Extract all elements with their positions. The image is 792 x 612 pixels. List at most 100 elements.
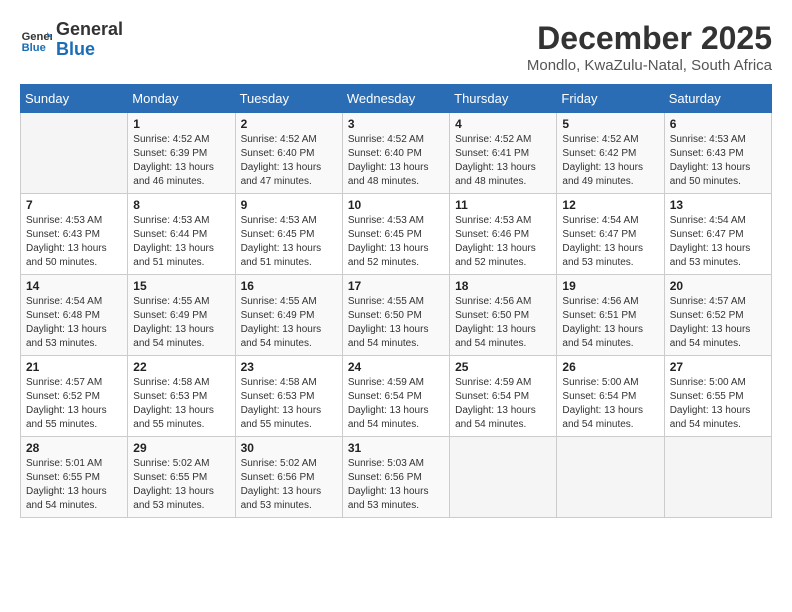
day-info: Sunrise: 4:55 AM Sunset: 6:49 PM Dayligh… — [241, 295, 337, 351]
calendar-table: SundayMondayTuesdayWednesdayThursdayFrid… — [20, 84, 772, 518]
day-number: 5 — [562, 117, 658, 131]
title-area: December 2025 Mondlo, KwaZulu-Natal, Sou… — [527, 20, 772, 74]
day-number: 27 — [670, 360, 766, 374]
day-info: Sunrise: 5:02 AM Sunset: 6:56 PM Dayligh… — [241, 457, 337, 513]
calendar-cell: 12Sunrise: 4:54 AM Sunset: 6:47 PM Dayli… — [557, 194, 664, 275]
day-info: Sunrise: 5:00 AM Sunset: 6:55 PM Dayligh… — [670, 376, 766, 432]
day-info: Sunrise: 5:00 AM Sunset: 6:54 PM Dayligh… — [562, 376, 658, 432]
day-info: Sunrise: 4:55 AM Sunset: 6:50 PM Dayligh… — [348, 295, 444, 351]
calendar-cell: 13Sunrise: 4:54 AM Sunset: 6:47 PM Dayli… — [664, 194, 771, 275]
calendar-cell: 23 Sunrise: 4:58 AM Sunset: 6:53 PM Dayli… — [235, 356, 342, 437]
day-info: Sunrise: 4:55 AM Sunset: 6:49 PM Dayligh… — [133, 295, 229, 351]
calendar-week-5: 28 Sunrise: 5:01 AM Sunset: 6:55 PM Dayli… — [21, 437, 772, 518]
day-number: 19 — [562, 279, 658, 293]
day-number: 28 — [26, 441, 122, 455]
day-number: 6 — [670, 117, 766, 131]
day-number: 9 — [241, 198, 337, 212]
day-number: 13 — [670, 198, 766, 212]
calendar-cell: 19 Sunrise: 4:56 AM Sunset: 6:51 PM Dayli… — [557, 275, 664, 356]
day-number: 22 — [133, 360, 229, 374]
day-info: Sunrise: 4:54 AM Sunset: 6:47 PM Dayligh… — [562, 214, 658, 270]
day-number: 24 — [348, 360, 444, 374]
calendar-cell: 6 Sunrise: 4:53 AM Sunset: 6:43 PM Daylig… — [664, 113, 771, 194]
day-info: Sunrise: 5:01 AM Sunset: 6:55 PM Dayligh… — [26, 457, 122, 513]
weekday-header-wednesday: Wednesday — [342, 85, 449, 113]
day-number: 20 — [670, 279, 766, 293]
day-number: 18 — [455, 279, 551, 293]
day-info: Sunrise: 4:53 AM Sunset: 6:43 PM Dayligh… — [26, 214, 122, 270]
calendar-cell: 8Sunrise: 4:53 AM Sunset: 6:44 PM Daylig… — [128, 194, 235, 275]
day-number: 16 — [241, 279, 337, 293]
day-number: 4 — [455, 117, 551, 131]
weekday-row: SundayMondayTuesdayWednesdayThursdayFrid… — [21, 85, 772, 113]
calendar-cell: 20Sunrise: 4:57 AM Sunset: 6:52 PM Dayli… — [664, 275, 771, 356]
day-info: Sunrise: 4:56 AM Sunset: 6:50 PM Dayligh… — [455, 295, 551, 351]
day-info: Sunrise: 4:53 AM Sunset: 6:46 PM Dayligh… — [455, 214, 551, 270]
day-info: Sunrise: 5:03 AM Sunset: 6:56 PM Dayligh… — [348, 457, 444, 513]
day-info: Sunrise: 4:53 AM Sunset: 6:44 PM Dayligh… — [133, 214, 229, 270]
calendar-week-3: 14 Sunrise: 4:54 AM Sunset: 6:48 PM Dayli… — [21, 275, 772, 356]
calendar-cell: 17 Sunrise: 4:55 AM Sunset: 6:50 PM Dayli… — [342, 275, 449, 356]
calendar-cell: 30 Sunrise: 5:02 AM Sunset: 6:56 PM Dayli… — [235, 437, 342, 518]
calendar-cell — [557, 437, 664, 518]
page-header: General Blue General Blue December 2025 … — [20, 20, 772, 74]
calendar-title: December 2025 — [527, 20, 772, 57]
calendar-cell: 27 Sunrise: 5:00 AM Sunset: 6:55 PM Dayli… — [664, 356, 771, 437]
calendar-cell: 15 Sunrise: 4:55 AM Sunset: 6:49 PM Dayli… — [128, 275, 235, 356]
day-info: Sunrise: 4:58 AM Sunset: 6:53 PM Dayligh… — [241, 376, 337, 432]
day-number: 1 — [133, 117, 229, 131]
day-number: 2 — [241, 117, 337, 131]
day-info: Sunrise: 4:53 AM Sunset: 6:45 PM Dayligh… — [241, 214, 337, 270]
day-info: Sunrise: 4:57 AM Sunset: 6:52 PM Dayligh… — [26, 376, 122, 432]
day-info: Sunrise: 4:56 AM Sunset: 6:51 PM Dayligh… — [562, 295, 658, 351]
calendar-cell — [21, 113, 128, 194]
calendar-week-2: 7Sunrise: 4:53 AM Sunset: 6:43 PM Daylig… — [21, 194, 772, 275]
weekday-header-friday: Friday — [557, 85, 664, 113]
calendar-cell: 28 Sunrise: 5:01 AM Sunset: 6:55 PM Dayli… — [21, 437, 128, 518]
svg-text:Blue: Blue — [22, 42, 46, 54]
day-number: 17 — [348, 279, 444, 293]
calendar-cell: 18 Sunrise: 4:56 AM Sunset: 6:50 PM Dayli… — [450, 275, 557, 356]
weekday-header-tuesday: Tuesday — [235, 85, 342, 113]
calendar-body: 1Sunrise: 4:52 AM Sunset: 6:39 PM Daylig… — [21, 113, 772, 518]
day-info: Sunrise: 4:52 AM Sunset: 6:42 PM Dayligh… — [562, 133, 658, 189]
day-info: Sunrise: 4:53 AM Sunset: 6:43 PM Dayligh… — [670, 133, 766, 189]
calendar-cell: 11 Sunrise: 4:53 AM Sunset: 6:46 PM Dayli… — [450, 194, 557, 275]
day-number: 14 — [26, 279, 122, 293]
day-number: 30 — [241, 441, 337, 455]
calendar-subtitle: Mondlo, KwaZulu-Natal, South Africa — [527, 57, 772, 74]
logo: General Blue General Blue — [20, 20, 123, 60]
day-number: 11 — [455, 198, 551, 212]
calendar-cell: 25Sunrise: 4:59 AM Sunset: 6:54 PM Dayli… — [450, 356, 557, 437]
day-info: Sunrise: 4:53 AM Sunset: 6:45 PM Dayligh… — [348, 214, 444, 270]
day-info: Sunrise: 4:54 AM Sunset: 6:48 PM Dayligh… — [26, 295, 122, 351]
day-info: Sunrise: 4:59 AM Sunset: 6:54 PM Dayligh… — [348, 376, 444, 432]
calendar-cell: 22Sunrise: 4:58 AM Sunset: 6:53 PM Dayli… — [128, 356, 235, 437]
day-number: 23 — [241, 360, 337, 374]
calendar-cell: 16 Sunrise: 4:55 AM Sunset: 6:49 PM Dayli… — [235, 275, 342, 356]
weekday-header-saturday: Saturday — [664, 85, 771, 113]
calendar-cell: 29 Sunrise: 5:02 AM Sunset: 6:55 PM Dayli… — [128, 437, 235, 518]
day-info: Sunrise: 5:02 AM Sunset: 6:55 PM Dayligh… — [133, 457, 229, 513]
day-info: Sunrise: 4:52 AM Sunset: 6:40 PM Dayligh… — [348, 133, 444, 189]
calendar-cell: 14 Sunrise: 4:54 AM Sunset: 6:48 PM Dayli… — [21, 275, 128, 356]
calendar-cell: 4Sunrise: 4:52 AM Sunset: 6:41 PM Daylig… — [450, 113, 557, 194]
day-info: Sunrise: 4:52 AM Sunset: 6:40 PM Dayligh… — [241, 133, 337, 189]
day-number: 26 — [562, 360, 658, 374]
logo-text: General Blue — [56, 20, 123, 60]
day-number: 10 — [348, 198, 444, 212]
weekday-header-thursday: Thursday — [450, 85, 557, 113]
calendar-cell: 10 Sunrise: 4:53 AM Sunset: 6:45 PM Dayli… — [342, 194, 449, 275]
day-number: 31 — [348, 441, 444, 455]
weekday-header-sunday: Sunday — [21, 85, 128, 113]
logo-icon: General Blue — [20, 24, 52, 56]
day-number: 3 — [348, 117, 444, 131]
weekday-header-monday: Monday — [128, 85, 235, 113]
day-number: 15 — [133, 279, 229, 293]
calendar-cell: 2 Sunrise: 4:52 AM Sunset: 6:40 PM Daylig… — [235, 113, 342, 194]
day-info: Sunrise: 4:59 AM Sunset: 6:54 PM Dayligh… — [455, 376, 551, 432]
calendar-cell: 1Sunrise: 4:52 AM Sunset: 6:39 PM Daylig… — [128, 113, 235, 194]
day-number: 21 — [26, 360, 122, 374]
calendar-cell: 26 Sunrise: 5:00 AM Sunset: 6:54 PM Dayli… — [557, 356, 664, 437]
day-number: 29 — [133, 441, 229, 455]
